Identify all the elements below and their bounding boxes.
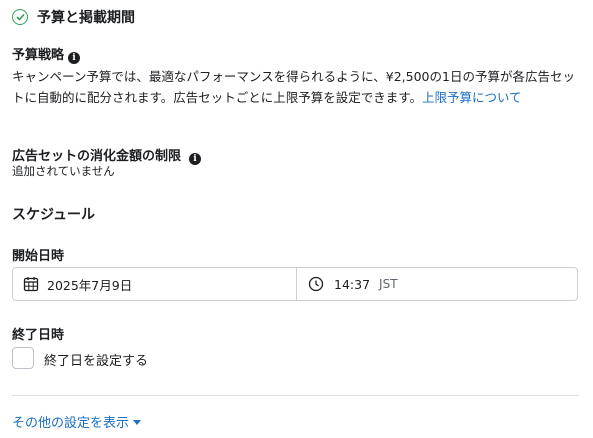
check-circle-icon — [12, 9, 28, 25]
start-date-value: 2025年7月9日 — [47, 277, 133, 293]
start-time-input[interactable]: 14:37 JST — [297, 268, 577, 300]
section-title: 予算と掲載期間 — [37, 10, 135, 26]
spend-limit-heading: 広告セットの消化金額の制限 i — [12, 145, 202, 165]
spend-limit-label: 広告セットの消化金額の制限 — [12, 149, 182, 164]
budget-strategy-heading: 予算戦略 i — [12, 44, 81, 64]
budget-strategy-description: キャンペーン予算では、最適なパフォーマンスを得られるように、¥2,500の1日の… — [12, 66, 582, 108]
start-date-input[interactable]: 2025年7月9日 — [13, 268, 297, 300]
start-datetime-field: 2025年7月9日 14:37 JST — [12, 267, 578, 301]
divider — [12, 395, 579, 396]
start-time-value[interactable]: 14:37 — [334, 277, 370, 292]
calendar-icon — [23, 276, 39, 292]
budget-cap-link[interactable]: 上限予算について — [422, 90, 522, 105]
more-settings-link[interactable]: その他の設定を表示 — [12, 412, 142, 431]
end-date-checkbox-label[interactable]: 終了日を設定する — [44, 350, 148, 369]
spend-limit-value: 追加されていません — [12, 164, 115, 178]
more-settings-label[interactable]: その他の設定を表示 — [12, 412, 129, 431]
end-date-checkbox[interactable] — [12, 347, 34, 369]
budget-strategy-label: 予算戦略 — [12, 48, 65, 63]
start-datetime-label: 開始日時 — [12, 249, 65, 264]
section-header: 予算と掲載期間 — [12, 7, 135, 27]
clock-icon — [308, 276, 324, 292]
end-datetime-label: 終了日時 — [12, 328, 65, 343]
caret-down-icon — [133, 420, 142, 425]
info-icon[interactable]: i — [189, 153, 202, 165]
timezone-label: JST — [379, 277, 398, 291]
info-icon[interactable]: i — [68, 52, 81, 64]
schedule-title: スケジュール — [12, 207, 96, 223]
